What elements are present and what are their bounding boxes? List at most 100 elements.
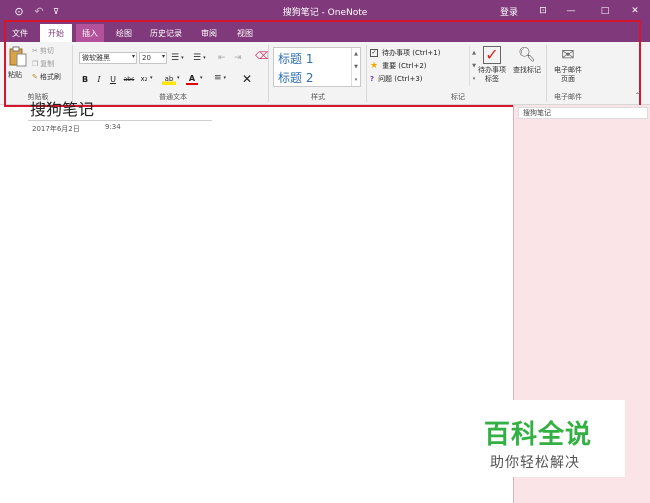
indent-icon: ⇥ bbox=[234, 53, 242, 63]
page-date: 2017年6月2日 bbox=[32, 125, 80, 133]
gallery-scrollbar[interactable]: ▲ ▼ ▾ bbox=[351, 48, 360, 86]
format-painter-label: 格式刷 bbox=[39, 73, 61, 81]
decrease-indent-button[interactable]: ⇤ bbox=[218, 53, 226, 63]
font-color-button[interactable]: A bbox=[186, 73, 198, 85]
checkmark-box-icon: ✓ bbox=[483, 46, 501, 64]
tab-draw[interactable]: 绘图 bbox=[110, 24, 138, 42]
chevron-down-icon: ▾ bbox=[131, 53, 135, 60]
strikethrough-button[interactable]: abc bbox=[121, 73, 137, 85]
page-list-item[interactable]: 搜狗笔记 bbox=[518, 107, 648, 119]
divider bbox=[72, 45, 73, 102]
chevron-down-icon: ▾ bbox=[181, 55, 184, 61]
envelope-icon: ✉ bbox=[561, 45, 575, 64]
font-name-value: 微软雅黑 bbox=[82, 54, 110, 62]
todo-tag-button[interactable]: ✓ 待办事项 标签 bbox=[476, 46, 508, 84]
tag-question[interactable]: ? 问题 (Ctrl+3) bbox=[370, 74, 423, 84]
chevron-down-icon: ▾ bbox=[161, 53, 165, 60]
cut-button[interactable]: ✂ 剪切 bbox=[32, 46, 54, 56]
star-icon: ★ bbox=[370, 61, 379, 71]
font-size-select[interactable]: 20 ▾ bbox=[139, 52, 167, 64]
scroll-up-icon[interactable]: ▲ bbox=[354, 51, 358, 57]
find-tags-icon: 🔍︎ bbox=[518, 47, 536, 63]
ribbon-display-icon[interactable]: ⊡ bbox=[535, 3, 551, 19]
page-time: 9:34 bbox=[105, 123, 121, 131]
paste-button[interactable]: 粘贴 bbox=[7, 46, 29, 84]
basic-text-group-label: 普通文本 bbox=[159, 93, 187, 101]
bullets-button[interactable]: ☰ ▾ bbox=[171, 53, 184, 63]
chevron-down-icon[interactable]: ▾ bbox=[177, 75, 180, 81]
tab-insert[interactable]: 插入 bbox=[76, 24, 104, 42]
ribbon-tabs: 文件 开始 插入 绘图 历史记录 审阅 视图 bbox=[0, 22, 650, 42]
styles-gallery[interactable]: 标题 1 标题 2 ▲ ▼ ▾ bbox=[273, 47, 361, 87]
tag-important[interactable]: ★ 重要 (Ctrl+2) bbox=[370, 61, 427, 71]
align-button[interactable]: ≡ ▾ bbox=[214, 73, 226, 83]
increase-indent-button[interactable]: ⇥ bbox=[234, 53, 242, 63]
tag-question-label: 问题 (Ctrl+3) bbox=[378, 75, 423, 83]
copy-label: 复制 bbox=[40, 60, 55, 68]
copy-icon: ❐ bbox=[32, 60, 39, 68]
bullet-list-icon: ☰ bbox=[171, 53, 180, 63]
scroll-down-icon[interactable]: ▼ bbox=[354, 64, 358, 70]
highlight-color-button[interactable]: ab bbox=[162, 73, 176, 85]
subscript-button[interactable]: x₂ bbox=[138, 73, 150, 85]
brush-icon: ✎ bbox=[32, 73, 38, 81]
style-heading-1[interactable]: 标题 1 bbox=[278, 50, 313, 67]
close-button[interactable]: ✕ bbox=[627, 3, 643, 19]
tag-todo-label: 待办事项 (Ctrl+1) bbox=[382, 49, 441, 57]
font-name-select[interactable]: 微软雅黑 ▾ bbox=[79, 52, 137, 64]
font-size-value: 20 bbox=[142, 54, 151, 62]
title-underline bbox=[28, 120, 212, 121]
tab-history[interactable]: 历史记录 bbox=[144, 24, 188, 42]
question-icon: ? bbox=[370, 75, 375, 83]
checkbox-icon: ✓ bbox=[370, 49, 378, 57]
email-page-label: 电子邮件 页面 bbox=[554, 66, 582, 83]
delete-button[interactable]: ✕ bbox=[241, 72, 253, 86]
minimize-button[interactable]: — bbox=[563, 3, 579, 19]
numbered-list-icon: ☰ bbox=[193, 53, 202, 63]
watermark: 百科全说 助你轻松解决 bbox=[474, 400, 625, 477]
gallery-more-icon[interactable]: ▾ bbox=[473, 76, 476, 82]
outdent-icon: ⇤ bbox=[218, 53, 226, 63]
cut-label: 剪切 bbox=[39, 47, 54, 55]
gallery-more-icon[interactable]: ▾ bbox=[355, 77, 358, 83]
find-tags-button[interactable]: 🔍︎ 查找标记 bbox=[510, 46, 544, 75]
format-painter-button[interactable]: ✎ 格式刷 bbox=[32, 72, 61, 82]
email-group-label: 电子邮件 bbox=[554, 93, 582, 101]
style-heading-2[interactable]: 标题 2 bbox=[278, 69, 313, 86]
maximize-button[interactable]: □ bbox=[597, 3, 613, 19]
email-page-button[interactable]: ✉ 电子邮件 页面 bbox=[549, 46, 587, 84]
collapse-ribbon-icon[interactable]: ⌃ bbox=[635, 92, 640, 99]
window-title: 搜狗笔记 - OneNote bbox=[282, 8, 368, 18]
watermark-title: 百科全说 bbox=[484, 420, 593, 450]
find-tags-label: 查找标记 bbox=[513, 66, 541, 74]
tag-important-label: 重要 (Ctrl+2) bbox=[382, 62, 427, 70]
styles-group-label: 样式 bbox=[311, 93, 325, 101]
ribbon: 粘贴 ✂ 剪切 ❐ 复制 ✎ 格式刷 剪贴板 微软雅黑 ▾ 20 ▾ ☰ ▾ ☰ ▾… bbox=[0, 42, 650, 105]
divider bbox=[546, 45, 547, 102]
page-title[interactable]: 搜狗笔记 bbox=[30, 96, 94, 120]
tab-file[interactable]: 文件 bbox=[6, 24, 34, 42]
chevron-down-icon[interactable]: ▾ bbox=[200, 75, 203, 81]
copy-button[interactable]: ❐ 复制 bbox=[32, 59, 54, 69]
paste-label: 粘贴 bbox=[8, 71, 22, 79]
tags-group-label: 标记 bbox=[451, 93, 465, 101]
bold-button[interactable]: B bbox=[79, 73, 91, 85]
paste-icon bbox=[9, 46, 27, 67]
align-left-icon: ≡ bbox=[214, 73, 222, 83]
chevron-down-icon: ▾ bbox=[203, 55, 206, 61]
underline-button[interactable]: U bbox=[107, 73, 119, 85]
italic-button[interactable]: I bbox=[93, 73, 105, 85]
scissors-icon: ✂ bbox=[32, 47, 38, 55]
tag-todo[interactable]: ✓ 待办事项 (Ctrl+1) bbox=[370, 48, 440, 58]
title-bar: ⊙ ↶ ⊽ 搜狗笔记 - OneNote 登录 ⊡ — □ ✕ bbox=[0, 0, 650, 22]
tab-home[interactable]: 开始 bbox=[40, 24, 72, 42]
todo-tag-label: 待办事项 标签 bbox=[478, 66, 506, 83]
chevron-down-icon[interactable]: ▾ bbox=[150, 75, 153, 81]
divider bbox=[268, 45, 269, 102]
login-link[interactable]: 登录 bbox=[497, 3, 521, 19]
tags-gallery[interactable]: ✓ 待办事项 (Ctrl+1) ★ 重要 (Ctrl+2) ? 问题 (Ctrl… bbox=[368, 46, 476, 88]
divider bbox=[366, 45, 367, 102]
tab-review[interactable]: 审阅 bbox=[194, 24, 224, 42]
tab-view[interactable]: 视图 bbox=[230, 24, 260, 42]
numbering-button[interactable]: ☰ ▾ bbox=[193, 53, 206, 63]
